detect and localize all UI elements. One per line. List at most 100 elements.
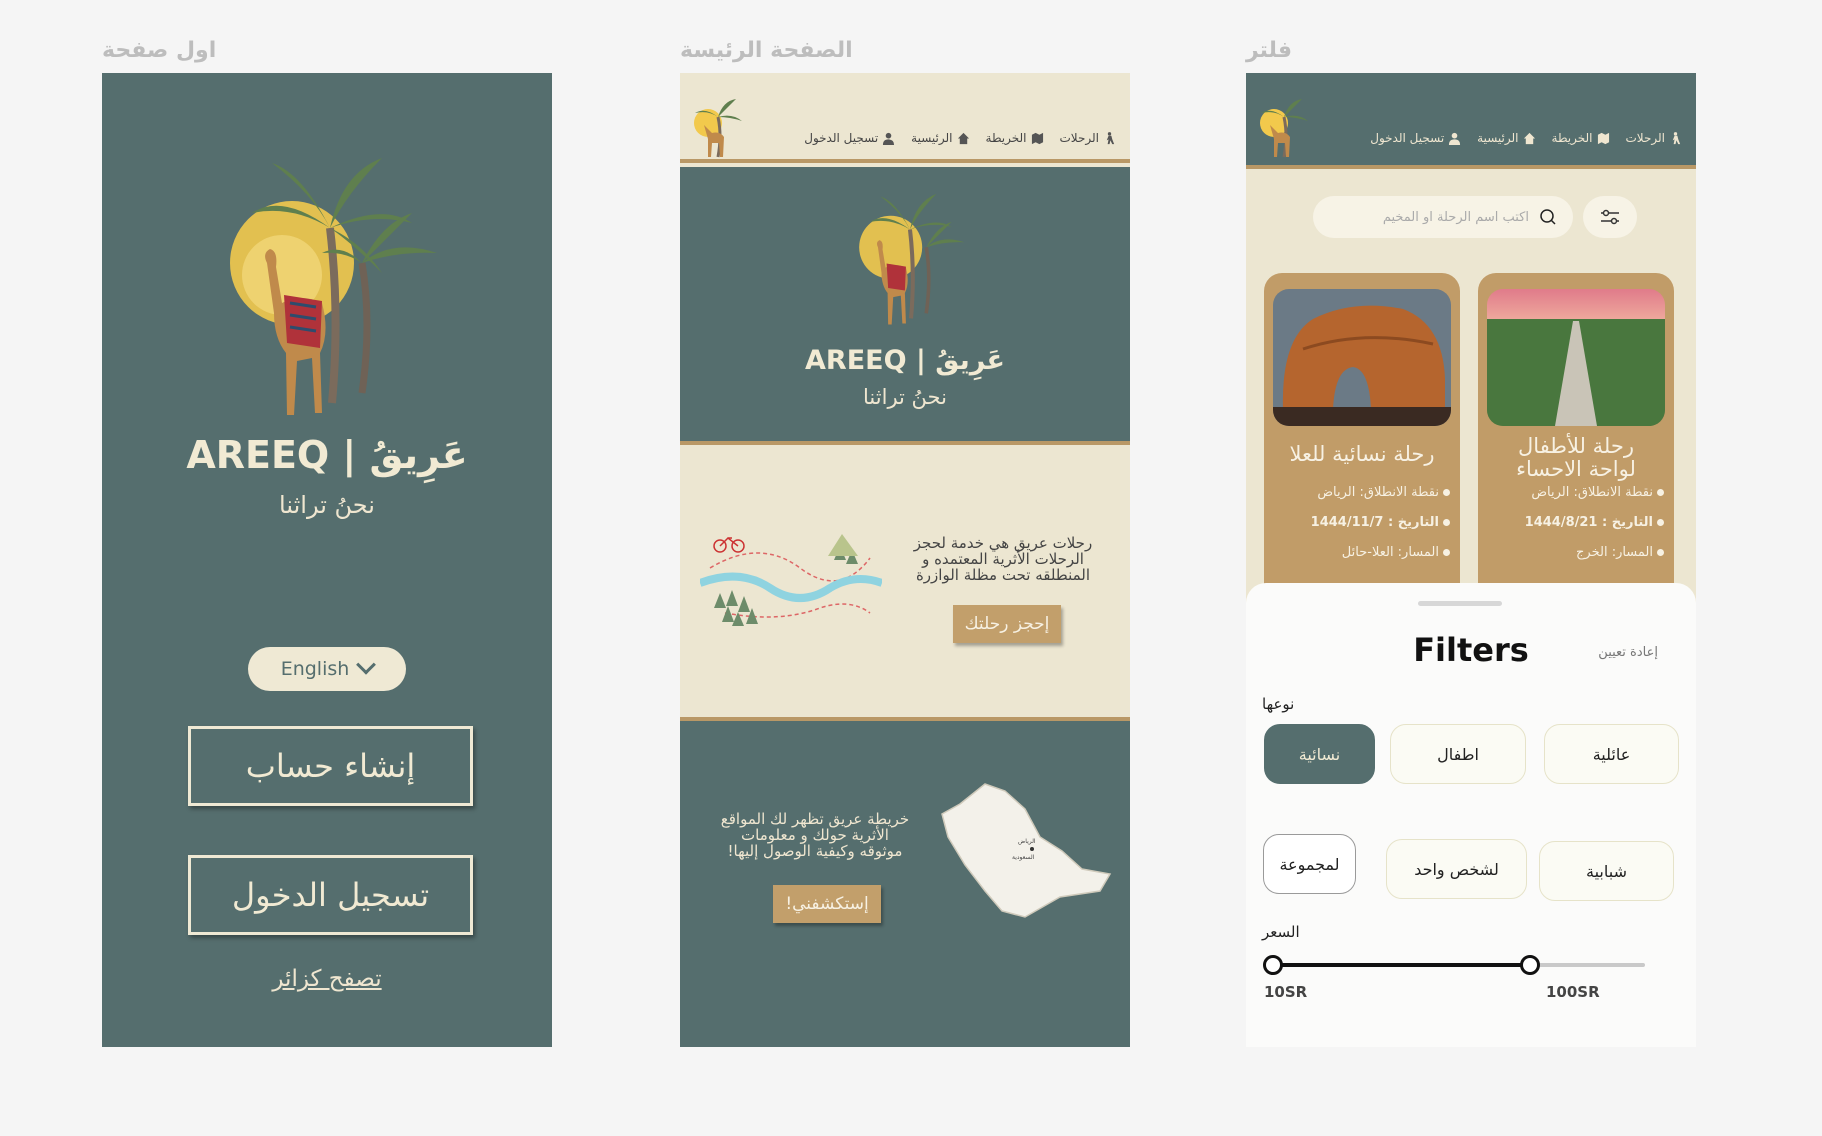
trip-start: نقطة الانطلاق: الرياض <box>1317 485 1439 500</box>
chip-group[interactable]: لمجموعة <box>1263 834 1356 894</box>
map-section: خريطة عريق تظهر لك المواقع الأثرية حولك … <box>680 717 1130 1047</box>
chip-single-person[interactable]: لشخص واحد <box>1386 839 1527 899</box>
brand-name: AREEQ | عَرِيقُ <box>805 345 1005 376</box>
bullet-icon <box>1657 549 1664 556</box>
search-icon <box>1540 209 1556 225</box>
chip-kids[interactable]: اطفال <box>1390 724 1526 784</box>
trip-date: التاريخ : 1444/8/21 <box>1524 515 1653 530</box>
bullet-icon <box>1443 489 1450 496</box>
trip-start: نقطة الانطلاق: الرياض <box>1531 485 1653 500</box>
explore-map-button[interactable]: إستكشفني! <box>773 885 881 923</box>
hiker-icon <box>1672 131 1681 144</box>
map-label-riyadh: الرياض <box>1018 838 1036 845</box>
top-nav: تسجيل الدخول الرئيسية الخريطة الرحلات <box>1246 73 1696 169</box>
map-promo-line: الأثرية حولك و معلومات <box>741 826 889 844</box>
bullet-icon <box>1657 489 1664 496</box>
elephant-rock-photo <box>1273 289 1451 426</box>
language-label: English <box>280 658 350 680</box>
filter-toggle-button[interactable] <box>1583 196 1637 238</box>
nav-trips-label: الرحلات <box>1625 131 1666 145</box>
brand-tagline: نحنُ تراثنا <box>863 385 947 409</box>
nav-home-label: الرئيسية <box>1477 131 1519 145</box>
hiker-icon <box>1106 131 1115 144</box>
trip-route: المسار: الخرج <box>1576 545 1653 560</box>
price-max-handle[interactable] <box>1519 955 1540 975</box>
frame-title-filter-page: فلتر <box>1246 38 1293 63</box>
nav-trips[interactable]: الرحلات <box>1626 131 1683 145</box>
trips-promo-line: رحلات عريق هي خدمة لحجز <box>913 534 1093 552</box>
trips-promo-line: الرحلات الأثرية المعتمده و <box>922 550 1084 568</box>
trip-card[interactable]: رحلة للأطفال لواحة الاحساء نقطة الانطلاق… <box>1478 273 1674 603</box>
filter-sheet: Filters إعادة تعيين نوعها عائلية اطفال ن… <box>1246 583 1696 1047</box>
mini-logo <box>1260 99 1308 158</box>
nav-home[interactable]: الرئيسية <box>1477 131 1535 145</box>
trip-title-line: لواحة الاحساء <box>1516 457 1636 481</box>
bullet-icon <box>1443 549 1450 556</box>
price-slider[interactable] <box>1263 955 1645 975</box>
price-min-label: 10SR <box>1264 983 1308 1001</box>
browse-as-guest-link[interactable]: تصفح كزائر <box>102 966 552 992</box>
nav-map[interactable]: الخريطة <box>1552 131 1610 145</box>
map-promo-line: خريطة عريق تظهر لك المواقع <box>720 810 910 828</box>
trip-card[interactable]: رحلة نسائية للعلا نقطة الانطلاق: الرياض … <box>1264 273 1460 603</box>
hero-section: AREEQ | عَرِيقُ نحنُ تراثنا <box>680 167 1130 445</box>
trips-promo-text: رحلات عريق هي خدمة لحجز الرحلات الأثرية … <box>903 535 1103 583</box>
nav-map-label: الخريطة <box>985 131 1027 145</box>
trips-promo-line: المنطلقه تحت مظلة الوازرة <box>915 566 1091 584</box>
user-icon <box>883 132 895 145</box>
nav-home-label: الرئيسية <box>911 131 953 145</box>
chip-family[interactable]: عائلية <box>1544 724 1679 784</box>
bullet-icon <box>1443 519 1450 526</box>
nav-login[interactable]: تسجيل الدخول <box>1370 131 1461 145</box>
brand-tagline: نحنُ تراثنا <box>279 491 375 519</box>
nav-map[interactable]: الخريطة <box>986 131 1044 145</box>
map-label-saudi: السعودية <box>1012 854 1035 861</box>
user-icon <box>1449 132 1461 145</box>
welcome-screen: AREEQ | عَرِيقُ نحنُ تراثنا English إنشا… <box>102 73 552 1047</box>
trip-route-illustration <box>700 534 882 626</box>
nav-login-label: تسجيل الدخول <box>804 131 879 145</box>
map-icon <box>1031 132 1043 144</box>
nav-map-label: الخريطة <box>1551 131 1593 145</box>
top-nav: تسجيل الدخول الرئيسية الخريطة الرحلات <box>680 73 1130 163</box>
frame-title-home-page: الصفحة الرئيسة <box>680 38 853 63</box>
map-icon <box>1597 132 1609 144</box>
trip-route: المسار: العلا-حائل <box>1341 545 1439 560</box>
language-dropdown[interactable]: English <box>248 647 406 691</box>
sheet-handle[interactable] <box>1418 601 1502 606</box>
nav-login[interactable]: تسجيل الدخول <box>804 131 895 145</box>
chip-youth[interactable]: شبابية <box>1539 841 1674 901</box>
chip-women[interactable]: نسائية <box>1264 724 1375 784</box>
mini-logo <box>694 99 742 158</box>
trip-date: التاريخ : 1444/11/7 <box>1310 515 1439 530</box>
map-promo-text: خريطة عريق تظهر لك المواقع الأثرية حولك … <box>710 811 920 859</box>
nav-login-label: تسجيل الدخول <box>1370 131 1445 145</box>
search-bar <box>1313 196 1573 238</box>
chevron-down-icon <box>356 654 377 675</box>
trip-title-line: رحلة نسائية للعلا <box>1289 442 1435 466</box>
sliders-icon <box>1601 209 1619 225</box>
price-slider-fill <box>1273 963 1530 967</box>
book-trip-button[interactable]: إحجز رحلتك <box>953 605 1061 643</box>
trip-title-line: رحلة للأطفال <box>1518 434 1634 458</box>
price-label: السعر <box>1262 923 1300 941</box>
camel-palm-logo <box>230 158 437 415</box>
login-button[interactable]: تسجيل الدخول <box>188 855 473 935</box>
frame-title-first-page: اول صفحة <box>102 38 217 63</box>
saudi-map-illustration: الرياض السعودية <box>941 783 1112 918</box>
search-input[interactable] <box>1329 209 1529 225</box>
home-icon <box>1523 132 1535 144</box>
nav-home[interactable]: الرئيسية <box>911 131 969 145</box>
filter-screen: تسجيل الدخول الرئيسية الخريطة الرحلات اك… <box>1246 73 1696 1047</box>
price-min-handle[interactable] <box>1263 955 1283 975</box>
type-label: نوعها <box>1262 695 1295 713</box>
home-icon <box>957 132 969 144</box>
create-account-button[interactable]: إنشاء حساب <box>188 726 473 806</box>
nav-trips[interactable]: الرحلات <box>1060 131 1117 145</box>
brand-name: AREEQ | عَرِيقُ <box>186 433 468 477</box>
map-promo-line: موثوقه وكيفية الوصول إليها! <box>727 842 903 860</box>
oasis-road-photo <box>1487 289 1665 426</box>
bullet-icon <box>1657 519 1664 526</box>
home-screen: تسجيل الدخول الرئيسية الخريطة الرحلات AR… <box>680 73 1130 1047</box>
reset-button[interactable]: إعادة تعيين <box>1598 645 1658 660</box>
